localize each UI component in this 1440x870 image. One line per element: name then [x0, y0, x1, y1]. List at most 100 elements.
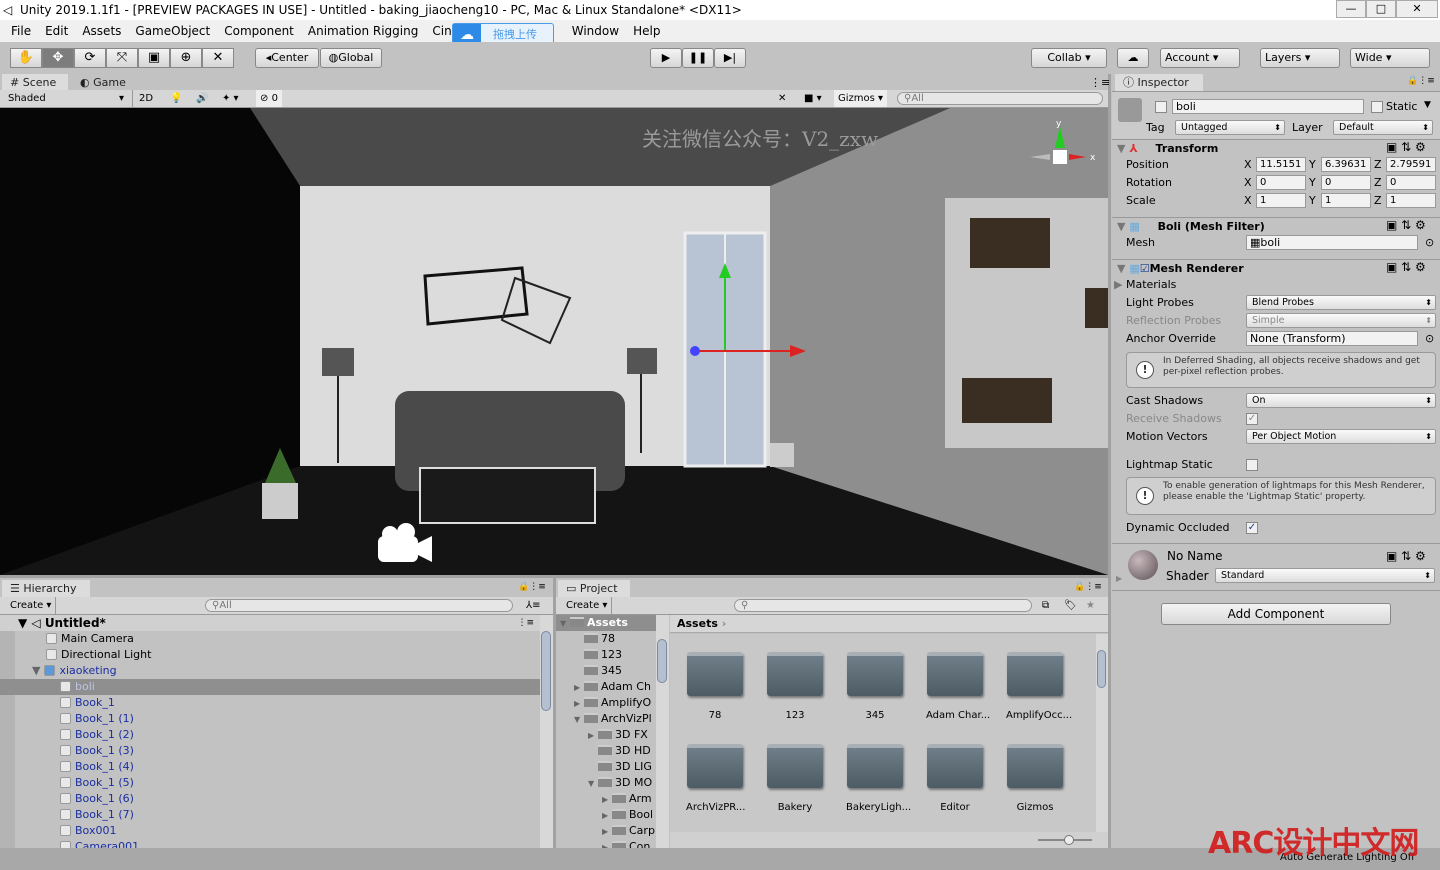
tree-arrow-icon[interactable]: ▶	[588, 728, 598, 744]
tab-game[interactable]: ◐ Game	[72, 74, 134, 91]
tree-arrow-icon[interactable]: ▼	[560, 616, 570, 632]
layer-dropdown[interactable]: Default	[1333, 120, 1433, 135]
play-button[interactable]: ▶	[650, 48, 682, 68]
tree-arrow-icon[interactable]: ▼	[574, 712, 584, 728]
position-z-field[interactable]: 2.79591	[1386, 157, 1436, 172]
component-icons[interactable]: ▣ ⇅ ⚙	[1386, 260, 1426, 274]
minimize-button[interactable]: —	[1336, 0, 1366, 18]
tree-arrow-icon[interactable]: ▶	[602, 792, 612, 808]
hierarchy-item[interactable]: ▼xiaoketing	[0, 663, 540, 679]
component-icons[interactable]: ▣ ⇅ ⚙	[1386, 140, 1426, 154]
hierarchy-item[interactable]: Main Camera	[0, 631, 540, 647]
tools-icon[interactable]: ✕	[778, 90, 786, 107]
hierarchy-item[interactable]: Book_1 (3)	[0, 743, 540, 759]
menu-edit[interactable]: Edit	[38, 20, 75, 42]
project-tree-item[interactable]: 345	[556, 663, 656, 679]
favorite-icon[interactable]: ★	[1086, 597, 1095, 614]
filter-type-icon[interactable]: ⧉	[1042, 597, 1049, 614]
custom-tool-button[interactable]: ✕	[202, 48, 234, 68]
project-tree-item[interactable]: ▶Carp	[556, 823, 656, 839]
hierarchy-item[interactable]: Book_1 (2)	[0, 727, 540, 743]
project-folder[interactable]: 345	[846, 652, 904, 721]
icon-size-slider-handle[interactable]	[1064, 835, 1074, 845]
project-tree-item[interactable]: ▼Assets	[556, 615, 656, 631]
lighting-toggle-icon[interactable]: 💡	[170, 90, 182, 107]
project-tree-item[interactable]: 3D HD	[556, 743, 656, 759]
static-dropdown-icon[interactable]: ▼	[1424, 100, 1431, 110]
scale-y-field[interactable]: 1	[1321, 193, 1371, 208]
shader-dropdown[interactable]: Standard	[1215, 568, 1435, 583]
lock-icon[interactable]: 🔒⋮≡	[1407, 76, 1435, 86]
expand-arrow-icon[interactable]: ▼	[32, 664, 40, 677]
project-folder[interactable]: BakeryLigh...	[846, 744, 904, 813]
project-tree-item[interactable]: ▶Adam Ch	[556, 679, 656, 695]
tree-arrow-icon[interactable]: ▶	[602, 824, 612, 840]
scale-x-field[interactable]: 1	[1256, 193, 1306, 208]
light-probes-dropdown[interactable]: Blend Probes	[1246, 295, 1436, 310]
rotation-z-field[interactable]: 0	[1386, 175, 1436, 190]
shading-dropdown[interactable]: Shaded▾	[8, 90, 124, 107]
tag-dropdown[interactable]: Untagged	[1175, 120, 1285, 135]
panel-menu-icon[interactable]: ⋮≡	[1090, 76, 1110, 89]
step-button[interactable]: ▶|	[714, 48, 746, 68]
project-folder[interactable]: ArchVizPR...	[686, 744, 744, 813]
rotation-x-field[interactable]: 0	[1256, 175, 1306, 190]
menu-component[interactable]: Component	[217, 20, 301, 42]
project-create-dropdown[interactable]: Create ▾	[562, 597, 612, 614]
hierarchy-item[interactable]: Camera001	[0, 839, 540, 848]
scale-z-field[interactable]: 1	[1386, 193, 1436, 208]
project-tree-item[interactable]: ▼3D MO	[556, 775, 656, 791]
dynamic-occluded-checkbox[interactable]: ✓	[1246, 522, 1258, 534]
hierarchy-item[interactable]: Book_1 (1)	[0, 711, 540, 727]
mesh-renderer-enabled-checkbox[interactable]: ☑	[1140, 262, 1150, 275]
lock-icon[interactable]: 🔒⋮≡	[518, 582, 546, 592]
project-tree-item[interactable]: 123	[556, 647, 656, 663]
effects-dropdown-icon[interactable]: ✦ ▾	[222, 90, 239, 107]
move-tool-button[interactable]: ✥	[42, 48, 74, 68]
tab-inspector[interactable]: ⓘ Inspector	[1115, 74, 1203, 91]
project-tree-item[interactable]: ▼ArchVizPl	[556, 711, 656, 727]
rotation-y-field[interactable]: 0	[1321, 175, 1371, 190]
tree-arrow-icon[interactable]: ▼	[588, 776, 598, 792]
project-folder[interactable]: Adam Char...	[926, 652, 984, 721]
pivot-center-button[interactable]: ◂Center	[255, 48, 319, 68]
close-button[interactable]: ✕	[1396, 0, 1438, 18]
project-folder[interactable]: AmplifyOcc...	[1006, 652, 1064, 721]
component-icons[interactable]: ▣ ⇅ ⚙	[1386, 218, 1426, 232]
cloud-button[interactable]: ☁	[1117, 48, 1149, 68]
scene-viewport[interactable]: y x 关注微信公众号：V2_zxw	[0, 108, 1108, 575]
tab-hierarchy[interactable]: ☰ Hierarchy	[2, 580, 90, 597]
materials-foldout[interactable]: ▶ Materials	[1114, 278, 1176, 291]
scale-tool-button[interactable]: ⤧	[106, 48, 138, 68]
hierarchy-item[interactable]: boli	[0, 679, 540, 695]
collab-button[interactable]: Collab ▾	[1031, 48, 1107, 68]
layout-dropdown[interactable]: Wide ▾	[1350, 48, 1430, 68]
pivot-global-button[interactable]: ◍Global	[320, 48, 382, 68]
object-picker-icon[interactable]: ⊙	[1425, 332, 1434, 345]
rect-tool-button[interactable]: ▣	[138, 48, 170, 68]
active-checkbox[interactable]	[1155, 101, 1167, 113]
project-tree-item[interactable]: ▶Bool	[556, 807, 656, 823]
object-picker-icon[interactable]: ⊙	[1425, 236, 1434, 249]
menu-gameobject[interactable]: GameObject	[128, 20, 217, 42]
project-breadcrumb[interactable]: Assets ›	[670, 615, 1108, 633]
tab-scene[interactable]: # Scene	[2, 74, 68, 91]
hierarchy-scrollbar[interactable]	[540, 615, 553, 848]
project-folder[interactable]: 78	[686, 652, 744, 721]
account-dropdown[interactable]: Account ▾	[1160, 48, 1240, 68]
2d-toggle[interactable]: 2D	[132, 90, 159, 107]
position-y-field[interactable]: 6.39631	[1321, 157, 1371, 172]
gizmos-dropdown[interactable]: Gizmos ▾	[834, 90, 887, 107]
lock-icon[interactable]: 🔒⋮≡	[1074, 582, 1102, 592]
menu-assets[interactable]: Assets	[75, 20, 128, 42]
project-folder[interactable]: Gizmos	[1006, 744, 1064, 813]
tree-arrow-icon[interactable]: ▶	[602, 840, 612, 848]
audio-toggle-icon[interactable]: 🔊	[196, 90, 208, 107]
menu-file[interactable]: File	[4, 20, 38, 42]
hierarchy-item[interactable]: Book_1 (7)	[0, 807, 540, 823]
camera-dropdown-icon[interactable]: ■ ▾	[804, 90, 822, 107]
static-checkbox[interactable]	[1371, 101, 1383, 113]
project-grid-scrollbar[interactable]	[1096, 634, 1108, 832]
pause-button[interactable]: ❚❚	[682, 48, 714, 68]
filter-icon[interactable]: ⅄≡	[526, 597, 541, 614]
